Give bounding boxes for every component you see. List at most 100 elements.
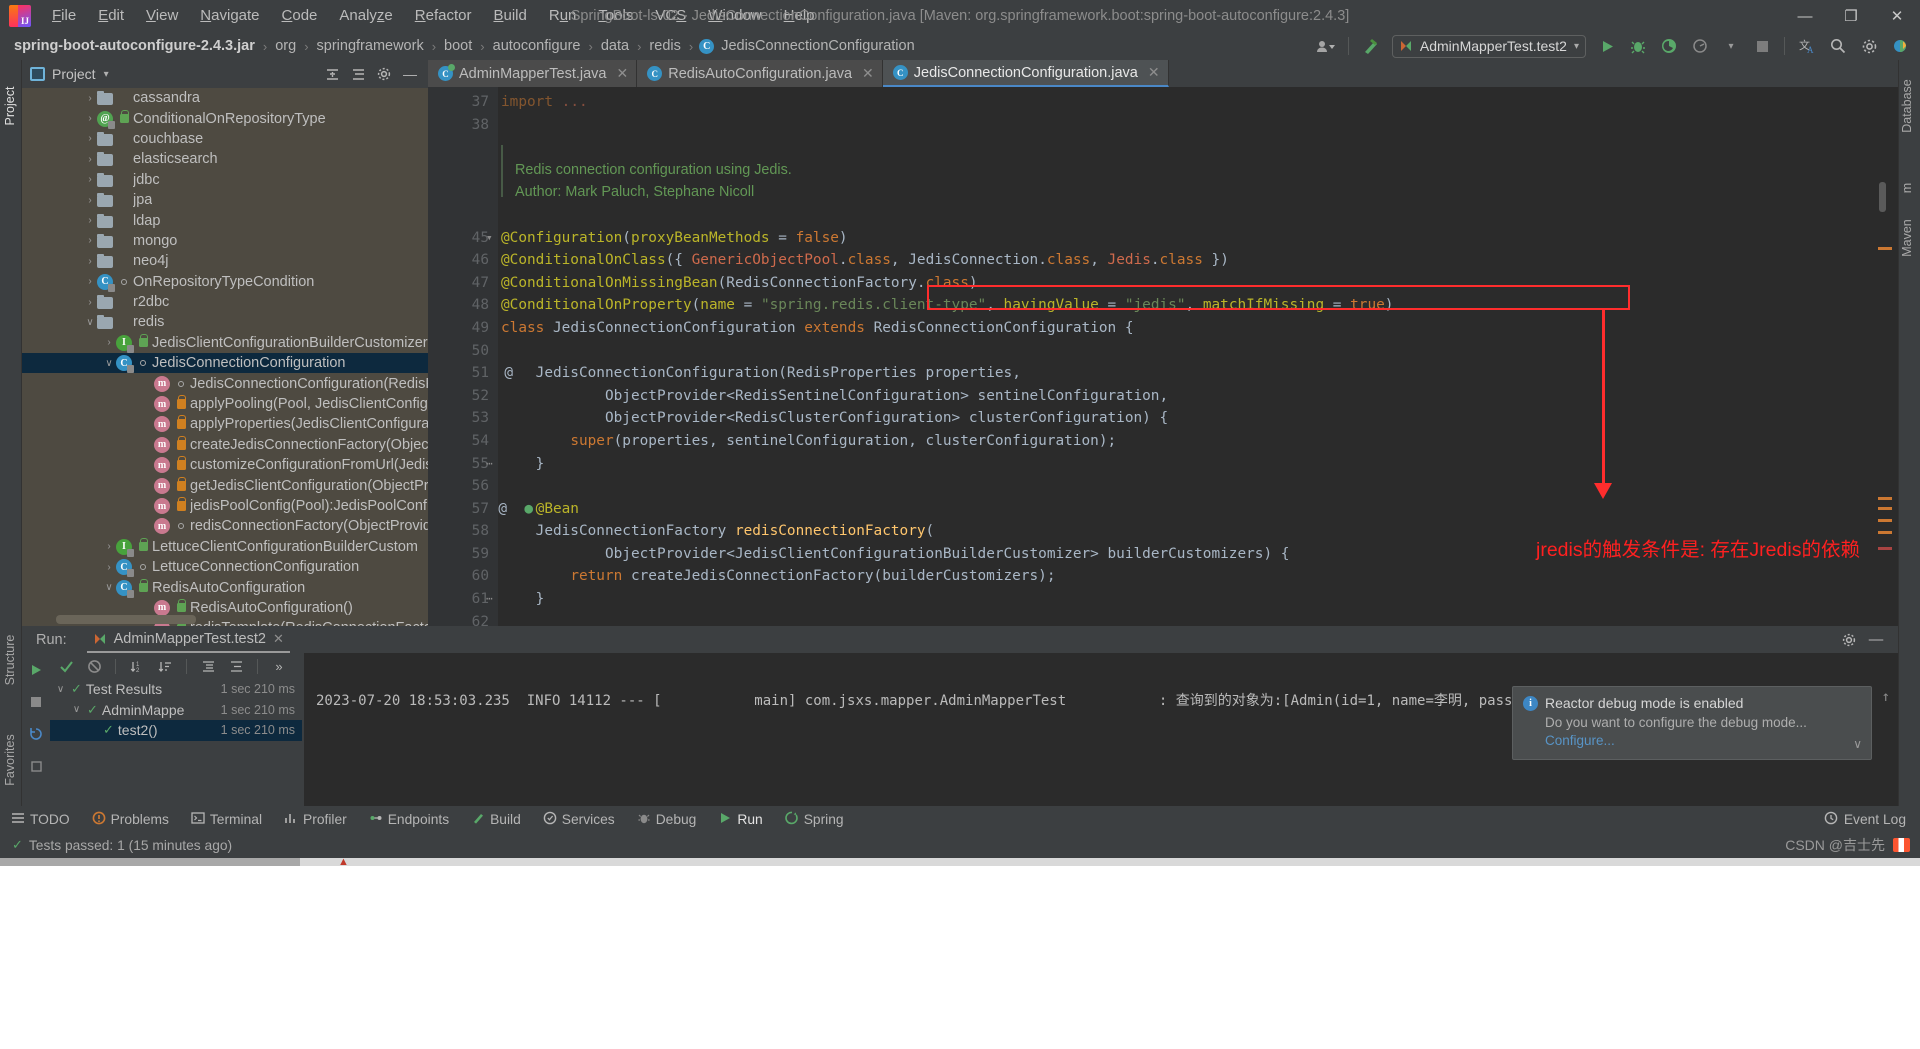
close-button[interactable]: ✕: [1874, 0, 1920, 32]
tree-expander-icon[interactable]: ∨: [54, 684, 67, 695]
bottom-tab-terminal[interactable]: Terminal: [180, 806, 273, 832]
tree-node[interactable]: ›cassandra: [22, 88, 428, 108]
tree-expander-icon[interactable]: ›: [83, 297, 97, 308]
editor-scrollbar[interactable]: [1879, 182, 1886, 212]
bottom-tab-profiler[interactable]: Profiler: [273, 806, 358, 832]
minimize-icon[interactable]: —: [1864, 629, 1888, 651]
breadcrumb-item-6[interactable]: redis: [647, 38, 682, 54]
gear-icon[interactable]: [1837, 629, 1861, 651]
tree-expander-icon[interactable]: ›: [83, 133, 97, 144]
bottom-tab-todo[interactable]: TODO: [0, 806, 81, 832]
menu-view[interactable]: View: [135, 0, 189, 32]
bottom-tab-build[interactable]: Build: [460, 806, 532, 832]
bottom-tab-problems[interactable]: Problems: [81, 806, 180, 832]
editor-tab-bar[interactable]: CAdminMapperTest.java✕CRedisAutoConfigur…: [428, 60, 1898, 87]
tree-node[interactable]: mjedisPoolConfig(Pool):JedisPoolConfig: [22, 496, 428, 516]
tree-node[interactable]: mredisConnectionFactory(ObjectProvider: [22, 516, 428, 536]
maximize-button[interactable]: ❐: [1828, 0, 1874, 32]
bottom-tool-bar[interactable]: TODOProblemsTerminalProfilerEndpointsBui…: [0, 806, 1920, 832]
breadcrumb-item-class[interactable]: C JedisConnectionConfiguration: [699, 38, 916, 54]
tree-expander-icon[interactable]: ›: [83, 174, 97, 185]
event-log-area[interactable]: Event Log: [1824, 811, 1920, 828]
test-node[interactable]: ∨✓Test Results1 sec 210 ms: [50, 679, 302, 700]
error-stripe-mark[interactable]: [1878, 247, 1892, 250]
test-node-selected[interactable]: ✓test2()1 sec 210 ms: [50, 720, 302, 741]
ide-icon[interactable]: [1886, 34, 1914, 58]
sort-duration-icon[interactable]: [153, 655, 177, 677]
tree-node[interactable]: ›@ConditionalOnRepositoryType: [22, 108, 428, 128]
tree-node[interactable]: ›neo4j: [22, 251, 428, 271]
tree-node[interactable]: mcreateJedisConnectionFactory(ObjectPr: [22, 435, 428, 455]
tree-expander-icon[interactable]: ›: [102, 337, 116, 348]
main-menu[interactable]: File Edit View Navigate Code Analyze Ref…: [41, 0, 826, 32]
error-stripe-mark[interactable]: [1878, 519, 1892, 522]
breadcrumb-item-5[interactable]: data: [599, 38, 631, 54]
tree-expander-icon[interactable]: ›: [102, 562, 116, 573]
tree-expander-icon[interactable]: ›: [83, 235, 97, 246]
scroll-up-icon[interactable]: ↑: [1882, 689, 1890, 705]
show-ignored-icon[interactable]: [82, 655, 106, 677]
menu-window[interactable]: Window: [697, 0, 772, 32]
close-icon[interactable]: ✕: [1148, 64, 1160, 81]
tree-node[interactable]: ›mongo: [22, 231, 428, 251]
code-line[interactable]: Author: Mark Paluch, Stephane Nicoll: [498, 181, 1898, 204]
taskbar-scroll[interactable]: ▲: [0, 858, 1920, 866]
code-line[interactable]: @ConditionalOnProperty(name = "spring.re…: [498, 294, 1898, 317]
profile-icon[interactable]: [1312, 34, 1340, 58]
code-line[interactable]: @Bean: [498, 498, 1898, 521]
collapse-all-icon[interactable]: [224, 655, 248, 677]
tree-node[interactable]: mJedisConnectionConfiguration(RedisPrope…: [22, 373, 428, 393]
code-line[interactable]: ObjectProvider<RedisSentinelConfiguratio…: [498, 385, 1898, 408]
tree-node[interactable]: ∨redis: [22, 312, 428, 332]
menu-code[interactable]: Code: [271, 0, 329, 32]
collapse-all-icon[interactable]: [320, 63, 344, 85]
tool-window-favorites[interactable]: Favorites: [3, 730, 23, 790]
tree-node[interactable]: mapplyProperties(JedisClientConfiguratio…: [22, 414, 428, 434]
close-icon[interactable]: ✕: [273, 631, 284, 647]
tree-node[interactable]: ›IJedisClientConfigurationBuilderCustomi…: [22, 333, 428, 353]
test-node[interactable]: ∨✓AdminMappe1 sec 210 ms: [50, 700, 302, 721]
breadcrumb-item-0[interactable]: spring-boot-autoconfigure-2.4.3.jar: [12, 38, 257, 54]
tree-expander-icon[interactable]: ›: [83, 256, 97, 267]
translate-icon[interactable]: 文A: [1793, 34, 1821, 58]
line-number-gutter[interactable]: 3738454647484950@515253545556●@575859606…: [428, 87, 498, 626]
breadcrumb[interactable]: spring-boot-autoconfigure-2.4.3.jar › or…: [12, 38, 917, 54]
code-line[interactable]: [498, 340, 1898, 363]
bottom-tab-run[interactable]: Run: [707, 806, 773, 832]
tree-node[interactable]: mgetJedisClientConfiguration(ObjectProvi: [22, 475, 428, 495]
menu-edit[interactable]: Edit: [87, 0, 135, 32]
rerun-icon[interactable]: [24, 659, 48, 681]
code-line[interactable]: JedisConnectionConfiguration(RedisProper…: [498, 362, 1898, 385]
stop-icon[interactable]: [1748, 34, 1776, 58]
code-line[interactable]: @ConditionalOnMissingBean(RedisConnectio…: [498, 272, 1898, 295]
chevron-down-icon[interactable]: ▾: [1717, 34, 1745, 58]
window-controls[interactable]: — ❐ ✕: [1782, 0, 1920, 32]
code-editor[interactable]: 3738454647484950@515253545556●@575859606…: [428, 87, 1898, 626]
code-line[interactable]: super(properties, sentinelConfiguration,…: [498, 430, 1898, 453]
expand-all-icon[interactable]: [196, 655, 220, 677]
tree-node[interactable]: ›ldap: [22, 210, 428, 230]
menu-tools[interactable]: Tools: [587, 0, 644, 32]
tree-node[interactable]: ›jdbc: [22, 170, 428, 190]
tree-node[interactable]: ∨CRedisAutoConfiguration: [22, 577, 428, 597]
tree-node[interactable]: ›COnRepositoryTypeCondition: [22, 272, 428, 292]
code-line[interactable]: ⋯ }: [498, 453, 1898, 476]
rerun-failed-icon[interactable]: [24, 723, 48, 745]
menu-refactor[interactable]: Refactor: [404, 0, 483, 32]
show-passed-icon[interactable]: [54, 655, 78, 677]
tree-expander-icon[interactable]: ∨: [83, 317, 97, 328]
breadcrumb-item-1[interactable]: org: [273, 38, 298, 54]
bottom-tab-spring[interactable]: Spring: [774, 806, 855, 832]
tool-window-project[interactable]: Project: [3, 76, 23, 136]
project-tree-hscrollbar[interactable]: [56, 615, 196, 624]
test-results-tree[interactable]: ∨✓Test Results1 sec 210 ms∨✓AdminMappe1 …: [50, 679, 302, 806]
editor-tab[interactable]: CAdminMapperTest.java✕: [428, 60, 637, 87]
pin-icon[interactable]: [24, 755, 48, 777]
tree-expander-icon[interactable]: ›: [102, 541, 116, 552]
tool-window-database[interactable]: Database: [1900, 76, 1920, 136]
code-line[interactable]: [498, 204, 1898, 227]
gear-icon[interactable]: [372, 63, 396, 85]
code-line[interactable]: [498, 611, 1898, 626]
debug-icon[interactable]: [1624, 34, 1652, 58]
search-icon[interactable]: [1824, 34, 1852, 58]
